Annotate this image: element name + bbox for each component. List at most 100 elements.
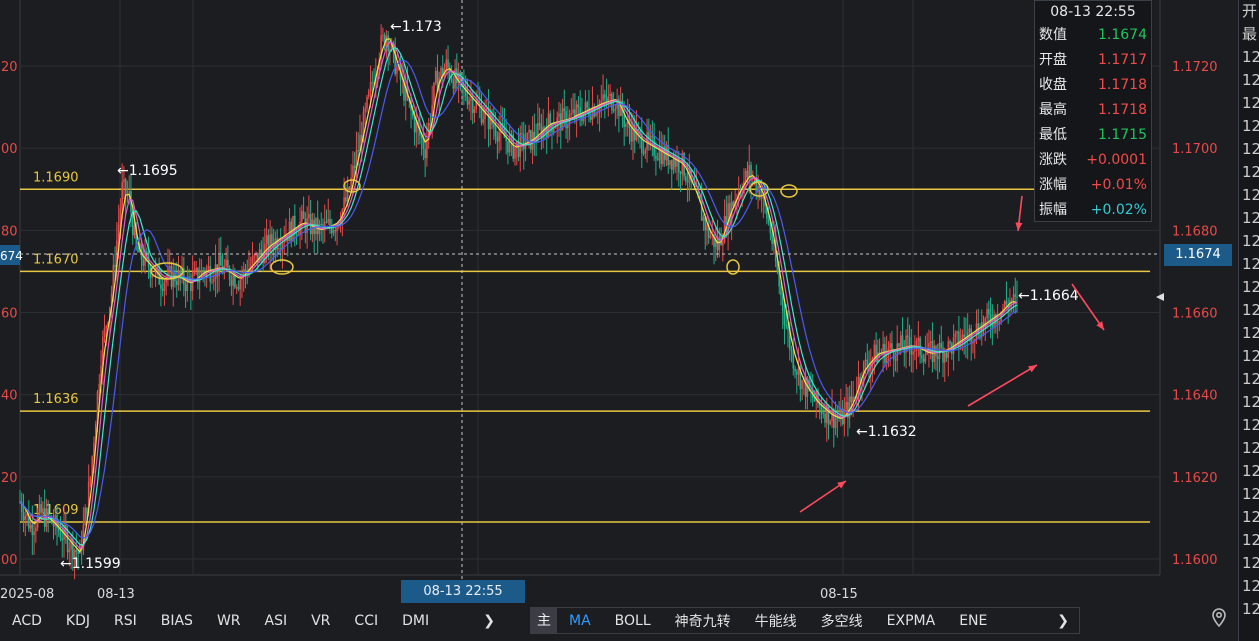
candle-body <box>822 413 825 415</box>
candle-body <box>600 100 603 104</box>
candle-body <box>949 341 951 344</box>
candle-body <box>1012 294 1015 301</box>
candle-body <box>917 337 920 341</box>
candle-body <box>674 159 677 167</box>
ma-line-magenta <box>19 40 1018 550</box>
candle-body <box>220 255 222 266</box>
tab-indicator[interactable]: BOLL <box>603 613 663 629</box>
candle-body <box>59 531 62 539</box>
left-axis-tick: 00 <box>1 553 18 568</box>
tab-indicator[interactable]: 牛能线 <box>743 611 809 631</box>
tab-kdj[interactable]: KDJ <box>54 613 102 629</box>
tab-acd[interactable]: ACD <box>0 613 54 629</box>
info-key: 最低 <box>1039 127 1067 143</box>
candle-body <box>783 311 786 325</box>
info-row: 开盘 1.1717 <box>1035 48 1151 73</box>
info-row: 最低 1.1715 <box>1035 123 1151 148</box>
tab-wr[interactable]: WR <box>205 613 253 629</box>
info-row: 收盘 1.1718 <box>1035 73 1151 98</box>
info-row: 数值 1.1674 <box>1035 23 1151 48</box>
tab-cci[interactable]: CCI <box>342 613 390 629</box>
candle-body <box>787 326 789 330</box>
candle-body <box>35 527 37 532</box>
candle-body <box>232 275 234 286</box>
chevron-right-icon[interactable]: ❯ <box>473 613 505 629</box>
info-value: 1.1715 <box>1098 127 1147 143</box>
tab-indicator[interactable]: ENE <box>947 613 999 629</box>
candle-body <box>584 102 587 112</box>
tab-indicator[interactable]: MA <box>557 613 603 629</box>
candle-body <box>945 352 948 358</box>
candle-body <box>521 133 523 135</box>
candle-body <box>820 406 823 414</box>
tab-indicator[interactable]: EXPMA <box>875 613 948 629</box>
right-strip-item: 12 <box>1242 117 1259 135</box>
candle-body <box>299 221 301 235</box>
main-button[interactable]: 主 <box>531 608 557 633</box>
candle-body <box>128 191 131 195</box>
candle-body <box>722 241 724 246</box>
candle-body <box>986 309 988 319</box>
right-axis-tick: 1.1640 <box>1172 389 1218 404</box>
candle-body <box>357 150 360 152</box>
x-axis-tick: 08-13 <box>97 587 135 602</box>
candle-body <box>894 359 897 361</box>
tab-indicator[interactable]: 神奇九转 <box>663 611 743 631</box>
candle-body <box>813 398 816 402</box>
candle-body <box>679 172 682 174</box>
candle-body <box>748 164 751 178</box>
candle-body <box>302 211 305 219</box>
candle-body <box>896 343 899 361</box>
candle-body <box>623 115 625 128</box>
candle-body <box>413 116 416 133</box>
tab-indicator[interactable]: 多空线 <box>809 611 875 631</box>
candle-body <box>160 284 162 289</box>
candle-body <box>685 176 687 182</box>
candle-body <box>651 135 654 137</box>
right-strip-item: 12 <box>1242 554 1259 572</box>
right-axis-tick: 1.1620 <box>1172 471 1218 486</box>
candle-body <box>346 187 349 202</box>
trend-arrow-icon <box>967 364 1038 407</box>
right-strip-item: 12 <box>1242 393 1259 411</box>
right-strip-item: 12 <box>1242 416 1259 434</box>
candle-body <box>193 270 196 275</box>
candle-body <box>447 59 449 68</box>
chevron-right-icon[interactable]: ❯ <box>1047 613 1079 629</box>
left-axis-tick: 20 <box>1 60 18 75</box>
ma-line-yellow <box>19 38 1018 553</box>
candle-body <box>873 344 876 359</box>
candle-body <box>320 223 323 225</box>
right-strip-item: 12 <box>1242 531 1259 549</box>
candle-body <box>968 328 971 333</box>
right-strip-item: 12 <box>1242 301 1259 319</box>
tab-bias[interactable]: BIAS <box>149 613 205 629</box>
x-axis-tick: 2025-08 <box>0 587 54 602</box>
candle-body <box>507 140 509 153</box>
candle-body <box>885 351 888 364</box>
candle-body <box>77 551 79 554</box>
candle-body <box>899 335 902 347</box>
candle-body <box>450 78 453 81</box>
location-pin-icon[interactable] <box>1207 606 1231 630</box>
candle-body <box>68 549 71 553</box>
candle-body <box>265 235 268 244</box>
right-strip-item: 12 <box>1242 140 1259 158</box>
candle-body <box>212 279 215 282</box>
candle-body <box>168 266 171 269</box>
candle-body <box>308 213 310 219</box>
candle-body <box>829 421 832 425</box>
tab-rsi[interactable]: RSI <box>102 613 149 629</box>
candle-body <box>644 149 647 154</box>
candle-body <box>195 268 197 271</box>
candle-body <box>850 396 853 403</box>
tab-vr[interactable]: VR <box>299 613 342 629</box>
candle-body <box>771 233 773 244</box>
candle-body <box>396 66 398 74</box>
candle-body <box>371 82 374 84</box>
tab-asi[interactable]: ASI <box>253 613 300 629</box>
right-strip-item: 开 <box>1242 2 1258 20</box>
candle-body <box>746 170 749 178</box>
candle-body <box>487 108 490 130</box>
tab-dmi[interactable]: DMI <box>390 613 441 629</box>
